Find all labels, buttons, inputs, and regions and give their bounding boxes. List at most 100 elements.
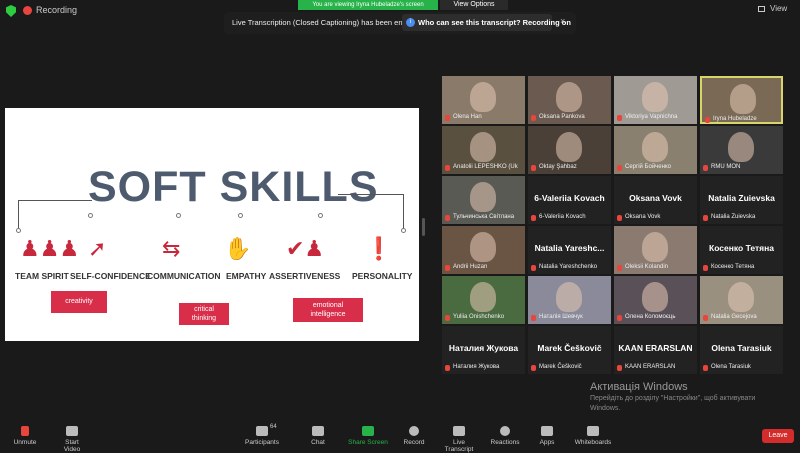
muted-mic-icon bbox=[703, 265, 708, 271]
muted-mic-icon bbox=[445, 365, 450, 371]
unmute-button[interactable]: Unmute bbox=[10, 426, 40, 446]
whiteboards-button[interactable]: Whiteboards bbox=[574, 426, 612, 446]
assertiveness-icon: ✔♟ bbox=[286, 236, 325, 261]
reactions-icon bbox=[500, 426, 510, 436]
activation-text: Windows. bbox=[590, 405, 621, 412]
participant-name: Natalia Yareshchenko bbox=[539, 264, 598, 270]
muted-mic-icon bbox=[703, 215, 708, 221]
muted-mic-icon bbox=[445, 215, 450, 221]
emotional-intelligence-box: emotional intelligence bbox=[293, 298, 363, 322]
participant-name: Iryna Hubeladze bbox=[713, 116, 757, 122]
participant-tile[interactable]: Oleksii Kolandin bbox=[614, 226, 697, 274]
participant-video bbox=[642, 232, 668, 262]
view-button[interactable]: View bbox=[770, 4, 787, 13]
share-screen-button[interactable]: Share Screen bbox=[348, 426, 388, 446]
notice-text: Live Transcription (Closed Captioning) h… bbox=[232, 18, 421, 27]
participant-name: Andrii Huzan bbox=[453, 264, 488, 270]
muted-mic-icon bbox=[703, 165, 708, 171]
microphone-muted-icon bbox=[21, 426, 29, 436]
muted-mic-icon bbox=[445, 115, 450, 121]
record-button[interactable]: Record bbox=[400, 426, 428, 446]
muted-mic-icon bbox=[531, 165, 536, 171]
participant-tile[interactable]: Natalia Zuievska Natalia Zuievska bbox=[700, 176, 783, 224]
team-spirit-icon: ♟♟♟ bbox=[20, 236, 80, 261]
participants-label: Participants bbox=[245, 439, 279, 446]
participant-tile[interactable]: KAAN ERARSLAN KAAN ERARSLAN bbox=[614, 326, 697, 374]
close-notice-button[interactable]: × bbox=[560, 16, 565, 26]
view-grid-icon bbox=[758, 6, 765, 12]
live-transcript-label: Live Transcript bbox=[444, 439, 474, 453]
participant-video bbox=[728, 132, 754, 162]
participant-tile[interactable]: Olena Han bbox=[442, 76, 525, 124]
slide-title: SOFT SKILLS bbox=[88, 163, 379, 211]
participant-name: Marek Češkovič bbox=[539, 364, 582, 370]
info-icon: i bbox=[406, 18, 415, 27]
skill-label: SELF-CONFIDENCE bbox=[70, 271, 151, 281]
participant-name: 6-Valeriia Kovach bbox=[539, 214, 586, 220]
apps-button[interactable]: Apps bbox=[536, 426, 558, 446]
muted-mic-icon bbox=[617, 215, 622, 221]
chat-icon bbox=[312, 426, 324, 436]
skill-label: ASSERTIVENESS bbox=[269, 271, 341, 281]
participant-video bbox=[730, 84, 756, 114]
participant-tile[interactable]: Natalia Gecejova bbox=[700, 276, 783, 324]
reactions-label: Reactions bbox=[490, 439, 520, 446]
screen-share-banner: You are viewing Iryna Hubeladze's screen bbox=[298, 0, 438, 10]
participant-tile[interactable]: Сергій Бойченко bbox=[614, 126, 697, 174]
participant-video bbox=[470, 282, 496, 312]
reactions-button[interactable]: Reactions bbox=[490, 426, 520, 446]
participant-video bbox=[642, 132, 668, 162]
participant-tile[interactable]: Oksana Vovk Oksana Vovk bbox=[614, 176, 697, 224]
participant-tile[interactable]: Наталія Шевчук bbox=[528, 276, 611, 324]
participant-tile[interactable]: Oktay Şahbaz bbox=[528, 126, 611, 174]
muted-mic-icon bbox=[705, 117, 710, 123]
participant-tile[interactable]: Olena Tarasiuk Olena Tarasiuk bbox=[700, 326, 783, 374]
participant-name: Наталія Шевчук bbox=[539, 314, 583, 320]
connector-knob bbox=[16, 228, 21, 233]
participant-tile[interactable]: Олена Коломоєць bbox=[614, 276, 697, 324]
start-video-button[interactable]: Start Video bbox=[56, 426, 88, 453]
muted-mic-icon bbox=[617, 315, 622, 321]
muted-mic-icon bbox=[445, 315, 450, 321]
participant-name: Natalia Zuievska bbox=[711, 214, 756, 220]
recording-label: Recording bbox=[36, 5, 78, 15]
skill-label: COMMUNICATION bbox=[147, 271, 221, 281]
participant-tile[interactable]: Yuliia Onishchenko bbox=[442, 276, 525, 324]
leave-button[interactable]: Leave bbox=[762, 429, 794, 443]
participant-tile[interactable]: Тульчинська Світлана bbox=[442, 176, 525, 224]
participant-tile[interactable]: 6-Valeriia Kovach 6-Valeriia Kovach bbox=[528, 176, 611, 224]
muted-mic-icon bbox=[531, 215, 536, 221]
connector-knob bbox=[176, 213, 181, 218]
muted-mic-icon bbox=[531, 265, 536, 271]
participant-tile[interactable]: Iryna Hubeladze bbox=[700, 76, 783, 124]
connector-line bbox=[18, 200, 92, 201]
connector-line bbox=[403, 194, 404, 230]
chat-button[interactable]: Chat bbox=[306, 426, 330, 446]
muted-mic-icon bbox=[617, 115, 622, 121]
empathy-icon: ✋ bbox=[224, 236, 252, 261]
muted-mic-icon bbox=[531, 315, 536, 321]
participant-tile[interactable]: Anatolii LEPESHKO (Uk bbox=[442, 126, 525, 174]
participants-icon bbox=[256, 426, 268, 436]
participant-tile[interactable]: Oksana Pankova bbox=[528, 76, 611, 124]
participant-display-name: Olena Tarasiuk bbox=[711, 343, 772, 353]
participant-video bbox=[642, 82, 668, 112]
activation-text: Перейдіть до розділу "Настройки", щоб ак… bbox=[590, 395, 756, 402]
participant-tile[interactable]: Viktoriya Vapnichna bbox=[614, 76, 697, 124]
participant-tile[interactable]: Marek Češkovič Marek Češkovič bbox=[528, 326, 611, 374]
participant-tile[interactable]: Natalia Yareshc... Natalia Yareshchenko bbox=[528, 226, 611, 274]
participant-video bbox=[470, 232, 496, 262]
participant-display-name: Oksana Vovk bbox=[629, 193, 682, 203]
view-options-button[interactable]: View Options bbox=[440, 0, 508, 10]
participants-count: 64 bbox=[270, 424, 277, 430]
muted-mic-icon bbox=[703, 365, 708, 371]
skill-label: TEAM SPIRIT bbox=[15, 271, 69, 281]
participant-tile[interactable]: RMU MON bbox=[700, 126, 783, 174]
live-transcript-button[interactable]: Live Transcript bbox=[438, 426, 480, 453]
participant-name: Наталия Жукова bbox=[453, 364, 500, 370]
splitter-handle[interactable] bbox=[422, 218, 425, 236]
participant-tile[interactable]: Косенко Тетяна Косенко Тетяна bbox=[700, 226, 783, 274]
participant-video bbox=[556, 82, 582, 112]
participant-tile[interactable]: Наталия Жукова Наталия Жукова bbox=[442, 326, 525, 374]
participant-tile[interactable]: Andrii Huzan bbox=[442, 226, 525, 274]
